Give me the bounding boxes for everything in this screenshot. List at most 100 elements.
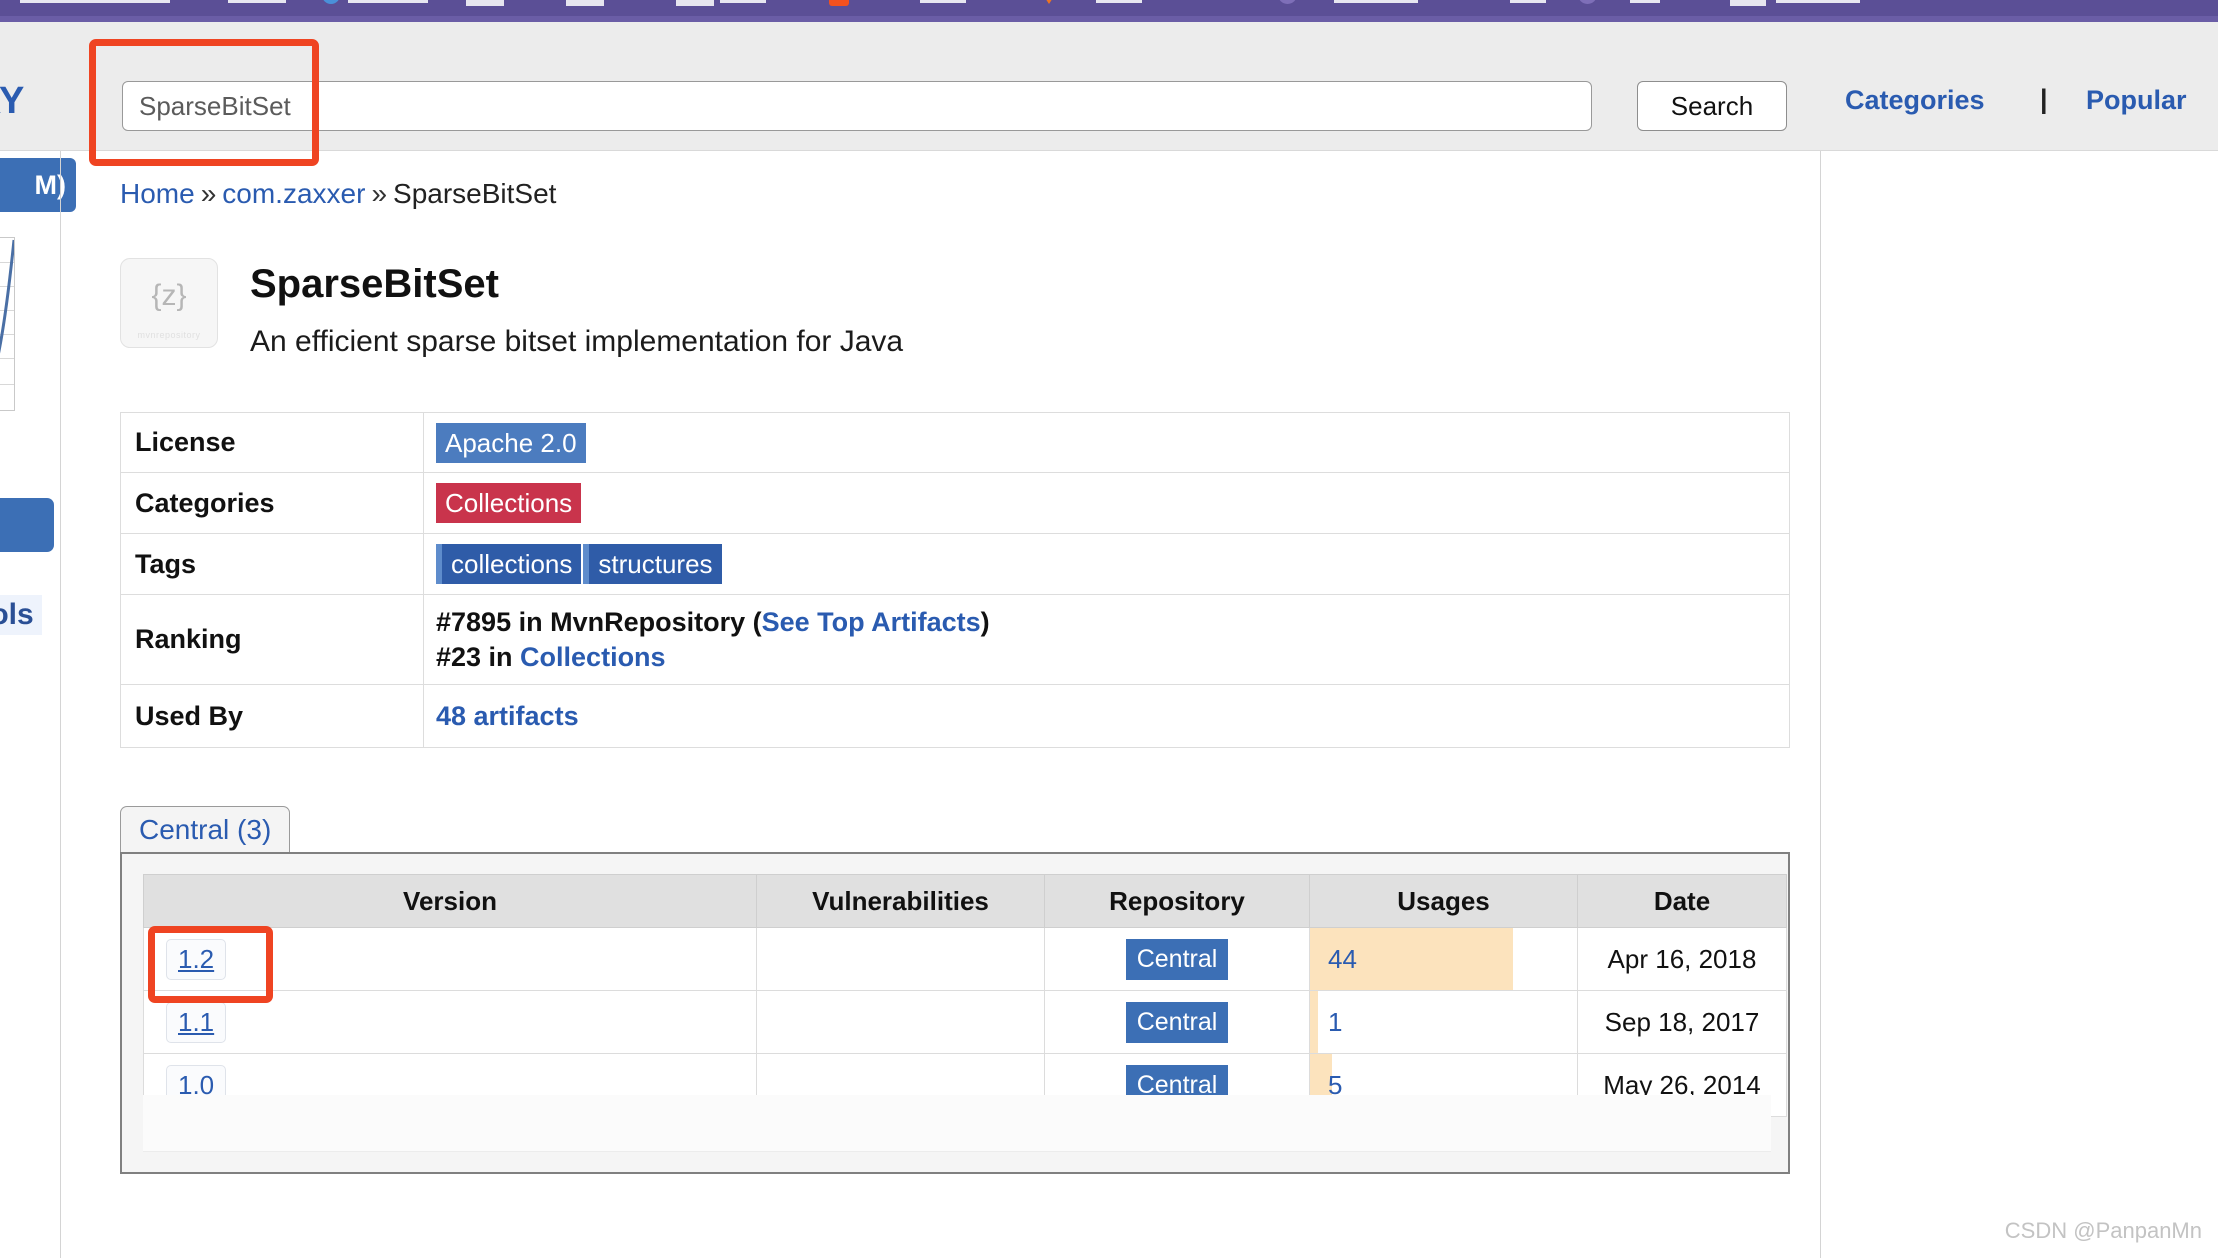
bookmark-item[interactable] xyxy=(920,0,966,3)
watermark: CSDN @PanpanMn xyxy=(2004,1218,2202,1243)
nav-separator: | xyxy=(2040,84,2048,114)
tab-central[interactable]: Central (3) xyxy=(120,806,291,853)
ranking-line-overall: #7895 in MvnRepository (See Top Artifact… xyxy=(436,605,1789,640)
info-label-license: License xyxy=(120,412,424,473)
search-button[interactable]: Search xyxy=(1637,81,1787,131)
nav-link-categories[interactable]: Categories xyxy=(1845,85,1985,116)
bookmark-icon[interactable] xyxy=(1040,0,1058,4)
vulnerabilities-cell xyxy=(756,990,1045,1054)
versions-tab-strip: Central (3) xyxy=(120,806,1790,853)
breadcrumb-separator: » xyxy=(200,178,217,209)
browser-bookmarks-bar xyxy=(0,0,2218,22)
content-right-divider xyxy=(1820,151,1821,1258)
column-header-version: Version xyxy=(143,874,757,928)
repository-badge[interactable]: Central xyxy=(1125,938,1229,980)
sidebar-mini-chart xyxy=(0,237,15,411)
artifact-logo-glyph: {z} xyxy=(151,279,187,312)
version-cell: 1.2 xyxy=(143,927,757,991)
bookmark-icon[interactable] xyxy=(466,0,504,6)
ranking-line-category: #23 in Collections xyxy=(436,640,1789,675)
version-link[interactable]: 1.2 xyxy=(166,938,227,980)
table-row: 1.1 Central 1 Sep 18, 2017 xyxy=(143,990,1787,1054)
versions-panel-footer xyxy=(143,1095,1771,1152)
bookmark-icon[interactable] xyxy=(676,0,714,6)
bookmark-item[interactable] xyxy=(720,0,766,3)
breadcrumb-group[interactable]: com.zaxxer xyxy=(222,178,365,209)
site-logo[interactable]: RY xyxy=(0,80,24,123)
versions-panel: Version Vulnerabilities Repository Usage… xyxy=(120,852,1790,1174)
bookmark-icon[interactable] xyxy=(566,0,604,6)
breadcrumb: Home» com.zaxxer» SparseBitSet xyxy=(120,178,556,210)
page-root: RY Search Categories | Popular M) s ools… xyxy=(0,0,2218,1258)
table-row: Categories Collections xyxy=(120,472,1790,534)
see-top-artifacts-link[interactable]: See Top Artifacts xyxy=(762,607,981,637)
info-value-usedby: 48 artifacts xyxy=(423,684,1790,748)
repository-badge[interactable]: Central xyxy=(1125,1001,1229,1043)
bookmark-item[interactable] xyxy=(228,0,286,3)
versions-table: Version Vulnerabilities Repository Usage… xyxy=(143,874,1787,1117)
tag-badge[interactable]: collections xyxy=(436,544,582,584)
version-cell: 1.1 xyxy=(143,990,757,1054)
ranking-category-link[interactable]: Collections xyxy=(520,642,666,672)
table-row: 1.2 Central 44 Apr 16, 2018 xyxy=(143,927,1787,991)
breadcrumb-separator: » xyxy=(371,178,388,209)
site-header: RY Search Categories | Popular xyxy=(0,22,2218,151)
repository-cell: Central xyxy=(1044,990,1310,1054)
page-title: SparseBitSet xyxy=(250,262,499,306)
info-label-usedby: Used By xyxy=(120,684,424,748)
table-row: Used By 48 artifacts xyxy=(120,684,1790,748)
column-header-date: Date xyxy=(1577,874,1787,928)
bookmark-item[interactable] xyxy=(1334,0,1418,3)
bookmark-item[interactable] xyxy=(1096,0,1142,3)
tag-badge[interactable]: structures xyxy=(583,544,722,584)
column-header-vulnerabilities: Vulnerabilities xyxy=(756,874,1045,928)
artifact-description: An efficient sparse bitset implementatio… xyxy=(250,325,904,358)
info-label-categories: Categories xyxy=(120,472,424,534)
usages-link[interactable]: 44 xyxy=(1311,930,1577,988)
breadcrumb-current: SparseBitSet xyxy=(393,178,557,209)
info-value-tags: collections structures xyxy=(423,533,1790,595)
bookmark-item[interactable] xyxy=(348,0,428,3)
info-label-tags: Tags xyxy=(120,533,424,595)
bookmark-item[interactable] xyxy=(1630,0,1660,3)
info-value-license: Apache 2.0 xyxy=(423,412,1790,473)
artifact-logo: {z} mvnrepository xyxy=(120,258,218,348)
artifact-logo-subtext: mvnrepository xyxy=(137,330,201,340)
used-by-link[interactable]: 48 artifacts xyxy=(436,701,579,731)
table-row: Tags collections structures xyxy=(120,533,1790,595)
repository-cell: Central xyxy=(1044,927,1310,991)
search-input[interactable] xyxy=(122,81,1592,131)
bookmark-item[interactable] xyxy=(1510,0,1546,3)
date-cell: Sep 18, 2017 xyxy=(1577,990,1787,1054)
category-badge[interactable]: Collections xyxy=(436,483,582,523)
breadcrumb-home[interactable]: Home xyxy=(120,178,195,209)
ranking-overall-suffix: ) xyxy=(980,606,990,637)
sidebar-tools-link[interactable]: ools xyxy=(0,595,42,635)
ranking-overall-prefix: #7895 in MvnRepository ( xyxy=(436,606,762,637)
nav-link-popular[interactable]: Popular xyxy=(2086,85,2187,116)
table-row: License Apache 2.0 xyxy=(120,412,1790,473)
usages-link[interactable]: 1 xyxy=(1311,993,1577,1051)
vulnerabilities-cell xyxy=(756,927,1045,991)
info-value-ranking: #7895 in MvnRepository (See Top Artifact… xyxy=(423,594,1790,685)
bookmark-icon[interactable] xyxy=(1278,0,1297,4)
bookmark-icon[interactable] xyxy=(322,0,340,4)
sidebar-badge[interactable]: M) xyxy=(0,158,76,212)
column-header-usages: Usages xyxy=(1309,874,1578,928)
artifact-info-table: License Apache 2.0 Categories Collection… xyxy=(120,412,1790,748)
date-cell: Apr 16, 2018 xyxy=(1577,927,1787,991)
info-label-ranking: Ranking xyxy=(120,594,424,685)
bookmark-icon[interactable] xyxy=(829,0,849,6)
bookmark-item[interactable] xyxy=(20,0,170,3)
sidebar-button[interactable] xyxy=(0,498,54,552)
version-link[interactable]: 1.1 xyxy=(166,1001,227,1043)
content-left-divider xyxy=(60,151,61,1258)
bookmark-icon[interactable] xyxy=(1578,0,1597,4)
usages-cell: 1 xyxy=(1309,990,1578,1054)
bookmark-icon[interactable] xyxy=(1730,0,1766,6)
bookmark-item[interactable] xyxy=(1776,0,1860,3)
license-badge[interactable]: Apache 2.0 xyxy=(436,422,586,463)
column-header-repository: Repository xyxy=(1044,874,1310,928)
trend-line-icon xyxy=(0,239,14,354)
info-value-categories: Collections xyxy=(423,472,1790,534)
